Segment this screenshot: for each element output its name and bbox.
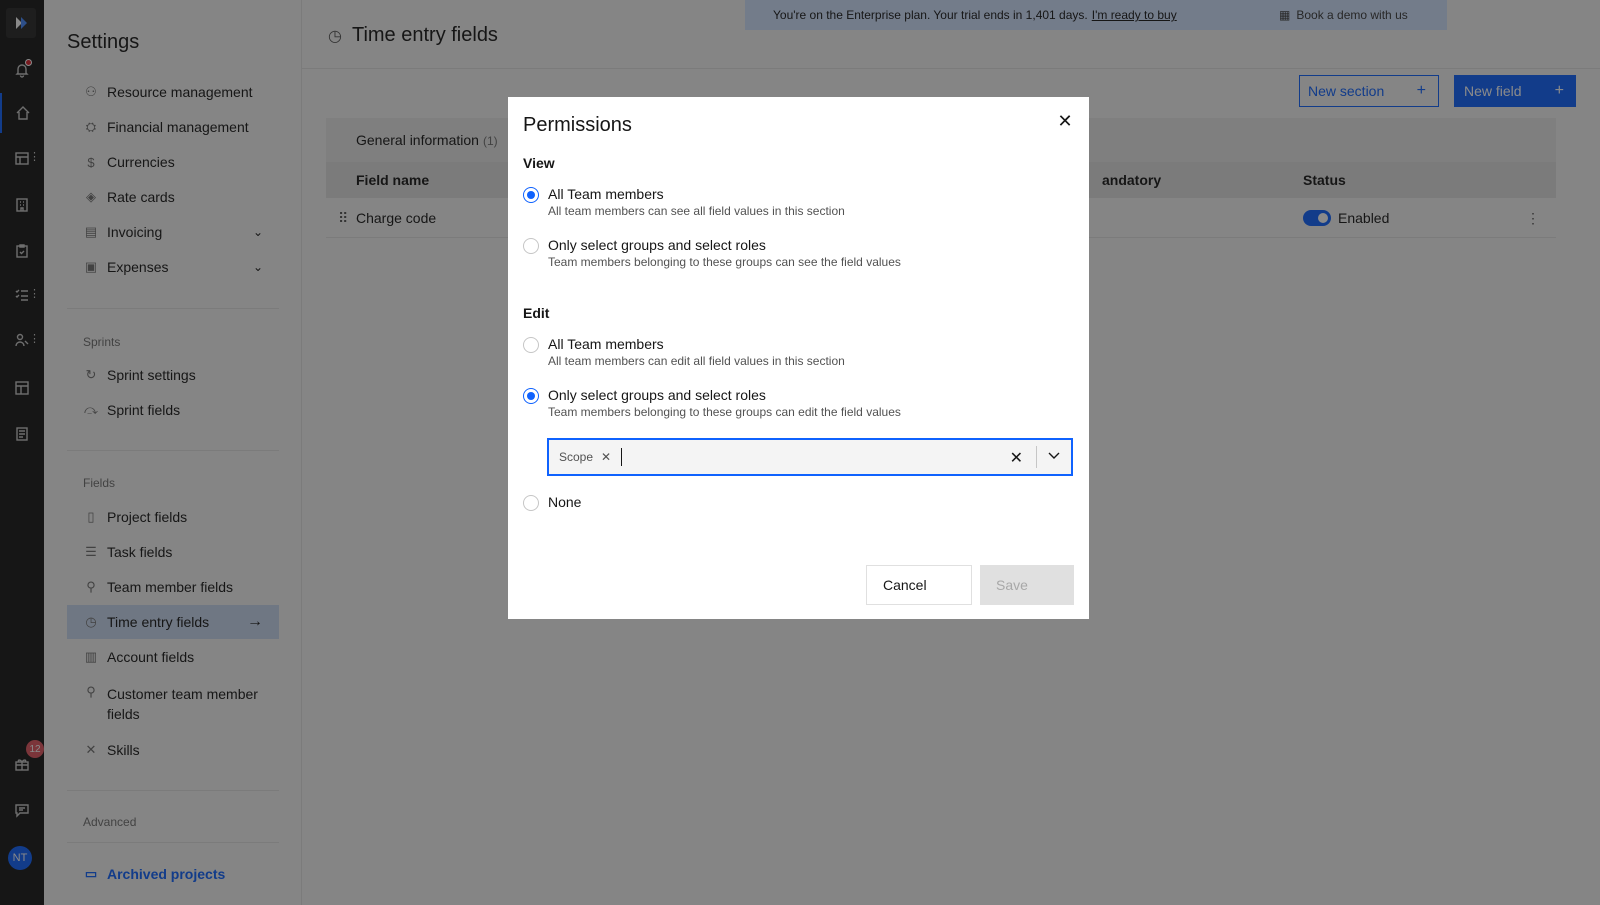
- radio-checked[interactable]: [523, 388, 539, 404]
- cancel-button[interactable]: Cancel: [866, 565, 972, 605]
- chevron-down-icon[interactable]: [1045, 446, 1063, 464]
- edit-option-select-groups[interactable]: Only select groups and select roles Team…: [523, 387, 901, 419]
- radio-unchecked[interactable]: [523, 238, 539, 254]
- text-cursor: [621, 448, 623, 466]
- view-option-select-groups[interactable]: Only select groups and select roles Team…: [523, 237, 901, 269]
- view-heading: View: [523, 155, 555, 171]
- clear-icon[interactable]: ✕: [1010, 448, 1023, 468]
- groups-multiselect[interactable]: Scope ✕ ✕: [547, 438, 1073, 476]
- close-icon[interactable]: ✕: [1055, 111, 1075, 131]
- view-option-all[interactable]: All Team members All team members can se…: [523, 186, 845, 218]
- modal-title: Permissions: [523, 114, 632, 136]
- selected-tag[interactable]: Scope ✕: [559, 450, 611, 464]
- radio-checked[interactable]: [523, 187, 539, 203]
- divider: [1036, 446, 1037, 468]
- edit-option-all[interactable]: All Team members All team members can ed…: [523, 336, 845, 368]
- edit-option-none[interactable]: None: [523, 494, 581, 511]
- remove-tag-icon[interactable]: ✕: [601, 450, 611, 464]
- save-button[interactable]: Save: [980, 565, 1074, 605]
- permissions-modal: Permissions ✕ View All Team members All …: [508, 97, 1089, 619]
- edit-heading: Edit: [523, 305, 550, 321]
- radio-unchecked[interactable]: [523, 495, 539, 511]
- radio-unchecked[interactable]: [523, 337, 539, 353]
